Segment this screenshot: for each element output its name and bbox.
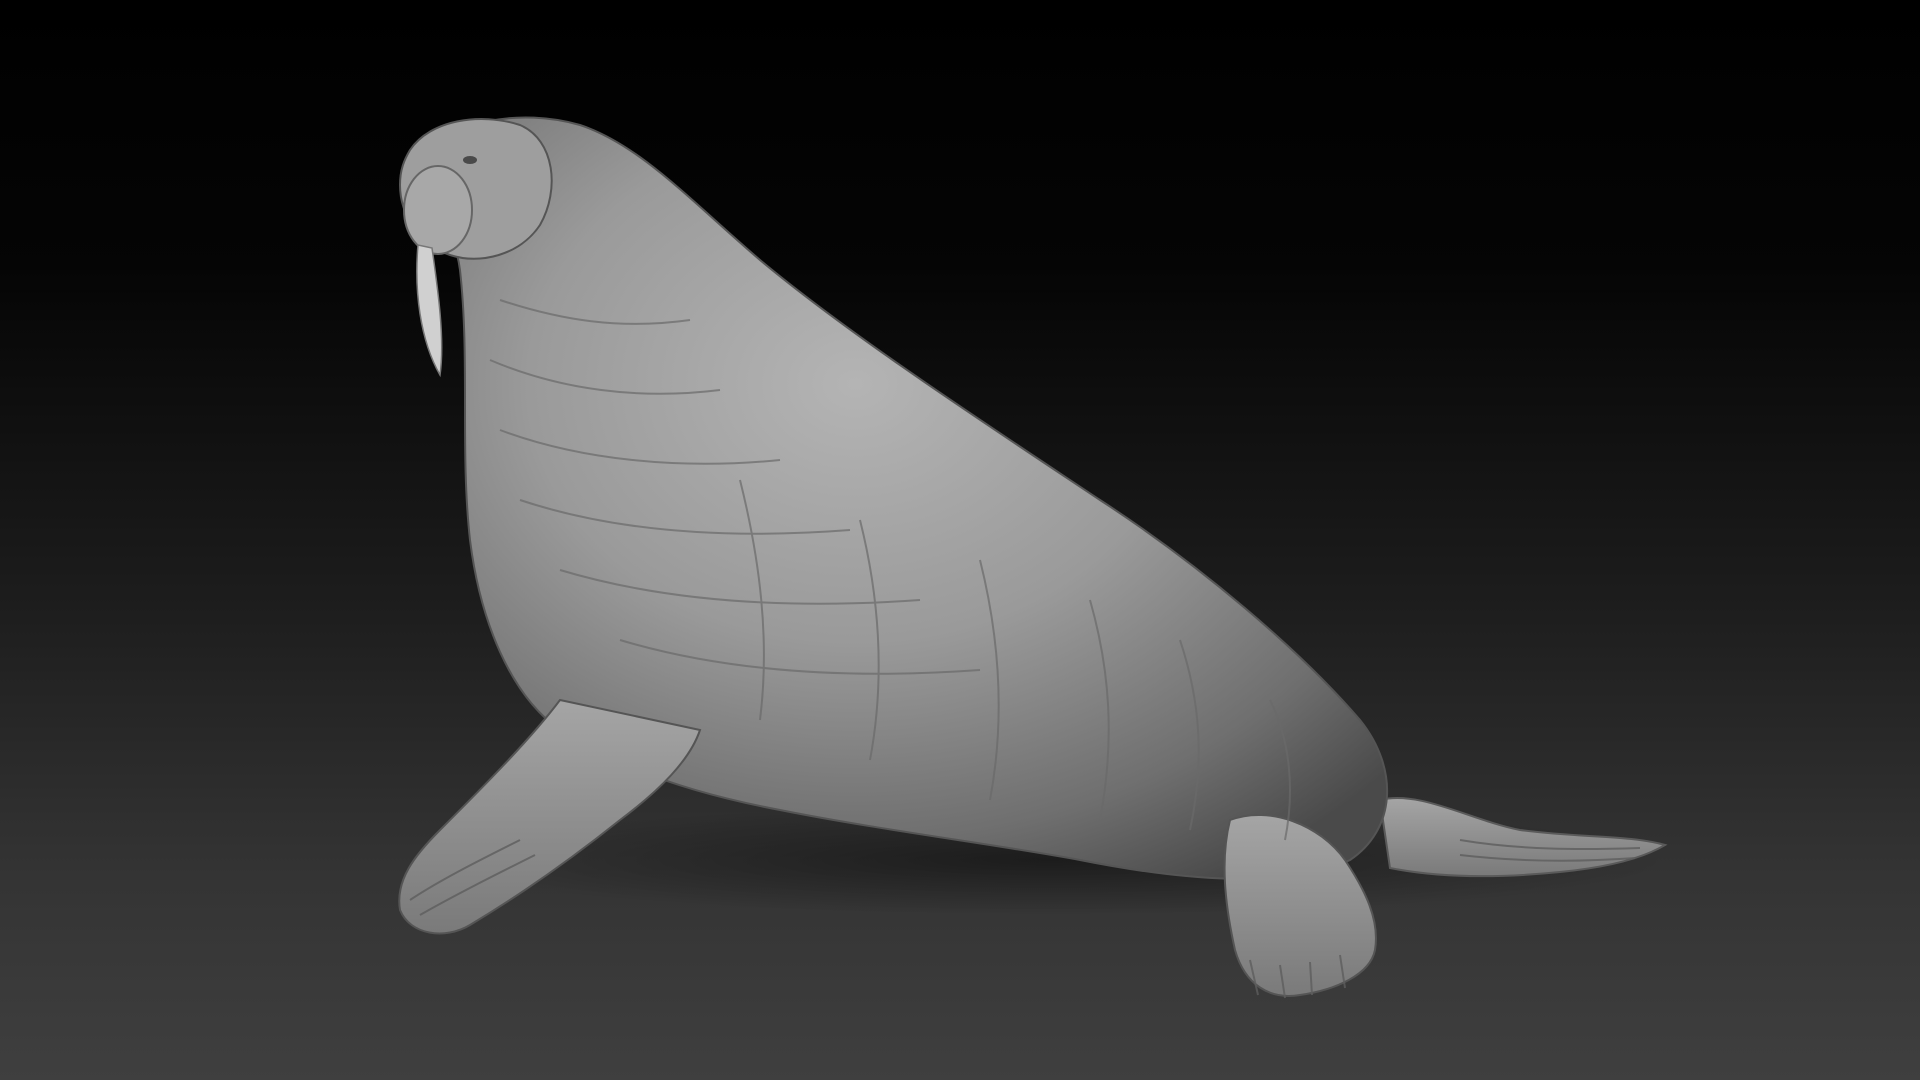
sculpt-viewport[interactable]	[0, 0, 1920, 1080]
walrus-muzzle	[403, 165, 473, 255]
walrus-tusk	[416, 244, 443, 378]
walrus-model	[398, 116, 1670, 999]
walrus-eye	[463, 156, 477, 164]
